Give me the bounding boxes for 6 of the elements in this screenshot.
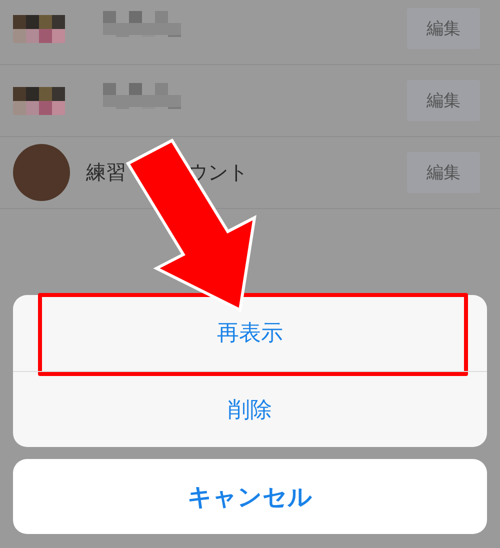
edit-button[interactable]: 編集 xyxy=(407,152,480,193)
edit-button[interactable]: 編集 xyxy=(407,80,480,121)
action-button[interactable]: 削除 xyxy=(13,371,487,447)
edit-button[interactable]: 編集 xyxy=(407,8,480,49)
action-button[interactable]: 再表示 xyxy=(13,295,487,371)
cancel-button[interactable]: キャンセル xyxy=(13,459,487,534)
